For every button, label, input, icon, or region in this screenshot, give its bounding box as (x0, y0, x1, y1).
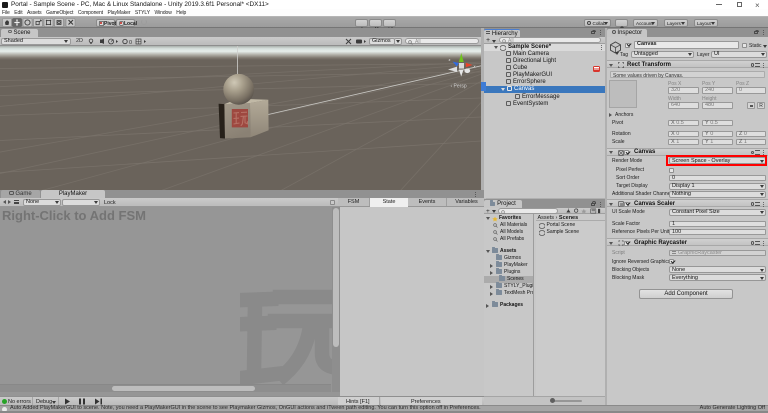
svg-text:z: z (449, 57, 451, 62)
svg-text:x: x (474, 63, 476, 68)
svg-text:‹ Persp: ‹ Persp (451, 83, 467, 89)
svg-text:0: 0 (129, 39, 132, 44)
svg-text:y: y (460, 48, 462, 53)
